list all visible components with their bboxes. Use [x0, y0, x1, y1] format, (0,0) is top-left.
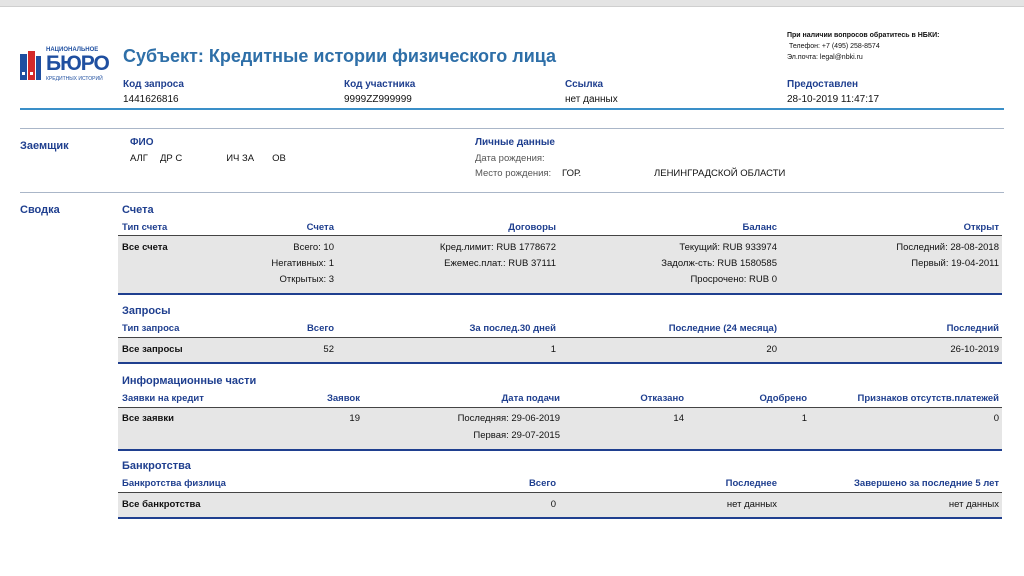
- accounts-negative: Негативных: 1: [271, 258, 334, 269]
- info-col-count: Заявок: [326, 393, 360, 404]
- contracts-monthly-payment: Ежемес.плат.: RUB 37111: [444, 258, 556, 269]
- contact-phone: Телефон: +7 (495) 258-8574: [789, 43, 880, 50]
- fio-part-1: АЛГ: [130, 153, 148, 164]
- bankruptcies-title: Банкротства: [122, 460, 191, 472]
- contact-email[interactable]: Эл.почта: legal@nbki.ru: [787, 52, 939, 63]
- logo-main-text: БЮРО: [46, 52, 110, 75]
- personal-data-label: Личные данные: [475, 137, 555, 148]
- request-code-label: Код запроса: [123, 79, 184, 90]
- info-col-date: Дата подачи: [501, 393, 560, 404]
- contracts-credit-limit: Кред.лимит: RUB 1778672: [439, 242, 556, 253]
- inquiries-30days: 1: [550, 344, 556, 355]
- accounts-col-type: Тип счета: [122, 222, 168, 233]
- info-col-rejected: Отказано: [640, 393, 684, 404]
- browser-top-bar: [0, 0, 1024, 7]
- bankruptcies-total: 0: [550, 499, 556, 510]
- page-title: Субъект: Кредитные истории физического л…: [123, 46, 557, 66]
- fio-part-3: ИЧ ЗА: [226, 153, 255, 164]
- inquiries-col-last: Последний: [946, 323, 999, 334]
- fio-value: АЛГ ДР С ИЧ ЗА ОВ: [130, 153, 286, 164]
- info-no-payment: 0: [993, 413, 999, 424]
- bankruptcies-last: нет данных: [726, 499, 777, 510]
- info-date-last: Последняя: 29-06-2019: [457, 413, 560, 424]
- info-approved: 1: [801, 413, 807, 424]
- accounts-col-opened: Открыт: [963, 222, 999, 233]
- accounts-total: Всего: 10: [293, 242, 334, 253]
- reference-label: Ссылка: [565, 79, 604, 90]
- balance-overdue: Просрочено: RUB 0: [690, 274, 777, 285]
- inquiries-24months: 20: [766, 344, 777, 355]
- info-rejected: 14: [673, 413, 684, 424]
- borrower-section-label: Заемщик: [20, 140, 69, 152]
- request-code-value: 1441626816: [123, 94, 179, 105]
- bankruptcies-row: [118, 492, 1002, 519]
- inquiries-row-label: Все запросы: [122, 344, 183, 355]
- info-row-label: Все заявки: [122, 413, 174, 424]
- inquiries-last: 26-10-2019: [950, 344, 999, 355]
- bankruptcies-completed: нет данных: [948, 499, 999, 510]
- reference-value: нет данных: [565, 94, 618, 105]
- birth-place-end: ЛЕНИНГРАДСКОЙ ОБЛАСТИ: [654, 168, 786, 179]
- provided-value: 28-10-2019 11:47:17: [787, 94, 880, 105]
- balance-debt: Задолж-сть: RUB 1580585: [661, 258, 777, 269]
- inquiries-col-24months: Последние (24 месяца): [668, 323, 777, 334]
- inquiries-col-type: Тип запроса: [122, 323, 180, 334]
- info-col-applications: Заявки на кредит: [122, 393, 204, 404]
- birth-place-label: Место рождения:: [475, 168, 552, 179]
- bankruptcies-row-label: Все банкротства: [122, 499, 201, 510]
- info-count: 19: [349, 413, 360, 424]
- logo-bottom-text: КРЕДИТНЫХ ИСТОРИЙ: [46, 76, 103, 82]
- bankruptcies-col-type: Банкротства физлица: [122, 478, 226, 489]
- birth-date-label: Дата рождения:: [475, 153, 545, 164]
- info-parts-row: [118, 407, 1002, 451]
- accounts-title: Счета: [122, 204, 154, 216]
- info-col-approved: Одобрено: [759, 393, 807, 404]
- summary-top-divider: [20, 192, 1004, 193]
- member-code-label: Код участника: [344, 79, 416, 90]
- bankruptcies-col-total: Всего: [528, 478, 556, 489]
- fio-label: ФИО: [130, 137, 154, 148]
- provided-label: Предоставлен: [787, 79, 859, 90]
- birth-place-start: ГОР.: [562, 168, 582, 179]
- fio-part-4: ОВ: [272, 153, 286, 164]
- bankruptcies-col-completed: Завершено за последние 5 лет: [853, 478, 999, 489]
- header-divider: [20, 108, 1004, 110]
- accounts-row-label: Все счета: [122, 242, 168, 253]
- bankruptcies-col-last: Последнее: [725, 478, 777, 489]
- member-code-value: 9999ZZ999999: [344, 94, 412, 105]
- nbki-logo: НАЦИОНАЛЬНОЕ БЮРО КРЕДИТНЫХ ИСТОРИЙ: [20, 46, 120, 82]
- accounts-open: Открытых: 3: [279, 274, 335, 285]
- inquiries-total: 52: [323, 344, 334, 355]
- contact-title: При наличии вопросов обратитесь в НБКИ:: [787, 32, 940, 39]
- accounts-col-balance: Баланс: [742, 222, 777, 233]
- info-col-no-payment: Признаков отсутств.платежей: [857, 393, 999, 404]
- info-parts-title: Информационные части: [122, 375, 257, 387]
- accounts-col-accounts: Счета: [306, 222, 334, 233]
- inquiries-col-total: Всего: [306, 323, 334, 334]
- fio-part-2: ДР С: [159, 153, 183, 164]
- info-date-first: Первая: 29-07-2015: [473, 430, 560, 441]
- opened-first: Первый: 19-04-2011: [911, 258, 999, 269]
- accounts-col-contracts: Договоры: [508, 222, 556, 233]
- inquiries-col-30days: За послед.30 дней: [469, 323, 556, 334]
- opened-last: Последний: 28-08-2018: [896, 242, 999, 253]
- balance-current: Текущий: RUB 933974: [679, 242, 777, 253]
- contact-block: При наличии вопросов обратитесь в НБКИ: …: [787, 30, 939, 63]
- inquiries-title: Запросы: [122, 305, 171, 317]
- summary-section-label: Сводка: [20, 204, 60, 216]
- borrower-top-divider: [20, 128, 1004, 129]
